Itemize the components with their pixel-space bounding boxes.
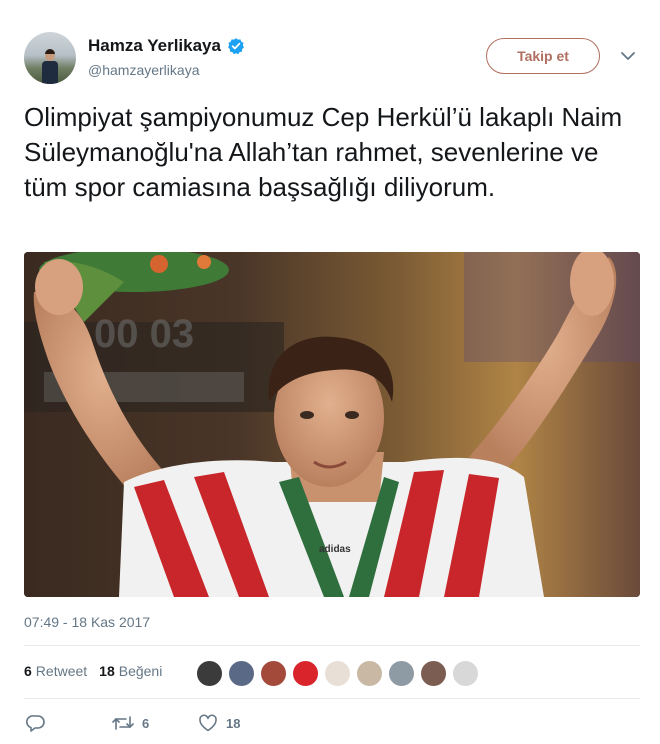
divider-bottom	[24, 698, 640, 699]
like-stat[interactable]: 18 Beğeni	[99, 663, 162, 679]
retweet-icon	[112, 716, 134, 730]
avatar[interactable]	[24, 32, 76, 84]
shirt-brand-text: adidas	[319, 544, 351, 555]
athlete-photo: 00 03 adidas	[24, 252, 640, 597]
svg-text:00 03: 00 03	[94, 312, 194, 356]
retweet-label: Retweet	[35, 663, 88, 679]
tweet-timestamp[interactable]: 07:49 - 18 Kas 2017	[24, 614, 150, 630]
like-action-count: 18	[226, 715, 241, 731]
heart-icon	[199, 714, 217, 732]
tweet-stats: 6 Retweet 18 Beğeni	[24, 663, 162, 679]
like-button[interactable]: 18	[198, 714, 240, 732]
follow-button[interactable]: Takip et	[486, 38, 600, 74]
avatar-person	[42, 49, 58, 84]
reply-icon	[26, 715, 45, 732]
tweet-photo[interactable]: 00 03 adidas	[24, 252, 640, 597]
liker-avatar-6[interactable]	[356, 660, 383, 687]
retweet-count: 6	[24, 663, 32, 679]
liker-avatar-1[interactable]	[196, 660, 223, 687]
retweet-action-count: 6	[142, 715, 150, 731]
liker-avatar-5[interactable]	[324, 660, 351, 687]
reply-button[interactable]	[26, 714, 112, 732]
liker-avatar-7[interactable]	[388, 660, 415, 687]
retweet-stat[interactable]: 6 Retweet	[24, 663, 87, 679]
author-name-row[interactable]: Hamza Yerlikaya	[88, 36, 245, 56]
liker-avatar-3[interactable]	[260, 660, 287, 687]
author-handle[interactable]: @hamzayerlikaya	[88, 62, 199, 78]
divider-top	[24, 645, 640, 646]
retweet-button[interactable]: 6	[112, 715, 198, 731]
verified-badge-icon	[228, 38, 244, 55]
liker-avatar-8[interactable]	[420, 660, 447, 687]
liker-avatars	[196, 660, 479, 687]
liker-avatar-9[interactable]	[452, 660, 479, 687]
like-count: 18	[99, 663, 115, 679]
liker-avatar-4[interactable]	[292, 660, 319, 687]
author-display-name[interactable]: Hamza Yerlikaya	[88, 36, 221, 56]
liker-avatar-2[interactable]	[228, 660, 255, 687]
chevron-down-icon[interactable]	[620, 50, 636, 62]
tweet-actions: 6 18	[26, 714, 240, 732]
tweet-text: Olimpiyat şampiyonumuz Cep Herkül’ü laka…	[24, 102, 623, 202]
like-label: Beğeni	[118, 663, 163, 679]
